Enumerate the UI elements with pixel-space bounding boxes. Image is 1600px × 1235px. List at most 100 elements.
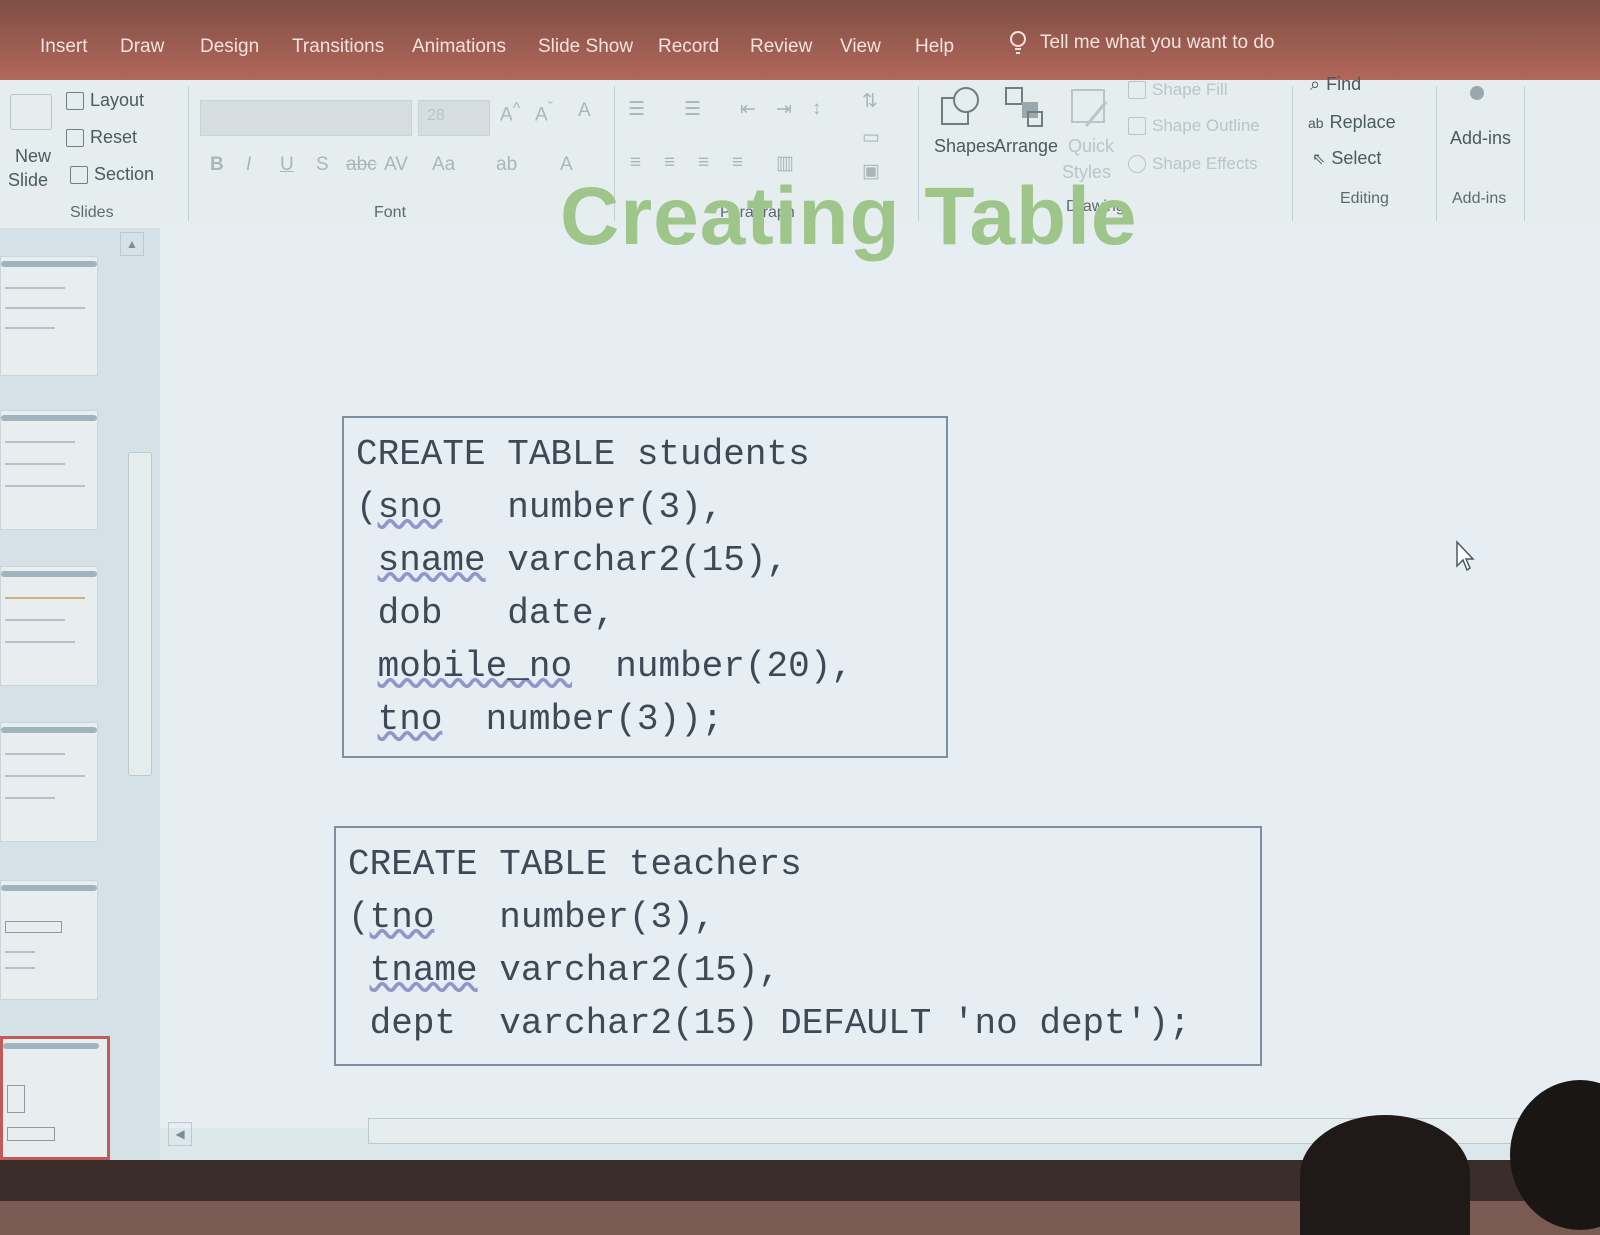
thumbnail-box	[5, 921, 62, 933]
ribbon-separator	[1292, 86, 1293, 221]
code-students: CREATE TABLE students (sno number(3), sn…	[356, 434, 853, 740]
layout-button[interactable]: Layout	[66, 90, 144, 111]
shape-outline-label: Shape Outline	[1152, 116, 1260, 135]
code-line: CREATE TABLE students	[356, 434, 810, 475]
shadow-icon[interactable]: S	[316, 154, 329, 176]
ribbon-separator	[188, 86, 189, 221]
code-identifier: sno	[377, 487, 443, 528]
reset-label: Reset	[90, 127, 138, 147]
italic-icon[interactable]: I	[246, 154, 251, 176]
line-spacing-icon[interactable]: ↕	[812, 98, 822, 120]
character-spacing-icon[interactable]: AV	[384, 154, 408, 176]
code-box-students[interactable]: CREATE TABLE students (sno number(3), sn…	[342, 416, 948, 758]
tab-animations[interactable]: Animations	[412, 36, 506, 58]
paint-bucket-icon	[1128, 81, 1146, 99]
bullets-icon[interactable]: ☰	[628, 98, 645, 121]
underline-icon[interactable]: U	[280, 154, 294, 176]
tab-insert[interactable]: Insert	[40, 36, 88, 58]
thumbnail-line	[5, 485, 85, 487]
shapes-button[interactable]: Shapes	[934, 136, 995, 157]
tell-me-search[interactable]: Tell me what you want to do	[1008, 30, 1274, 56]
replace-label: Replace	[1329, 112, 1396, 132]
slide-title[interactable]: Creating Table	[560, 170, 1137, 264]
tab-view[interactable]: View	[840, 36, 881, 58]
code-type: number(3),	[499, 897, 716, 938]
code-identifier: tname	[369, 950, 478, 991]
select-label: Select	[1331, 148, 1382, 168]
thumbnail-title-bar	[1, 727, 97, 733]
tell-me-text: Tell me what you want to do	[1040, 32, 1275, 53]
decrease-font-icon[interactable]: Aˇ	[535, 100, 553, 126]
shape-effects-button[interactable]: Shape Effects	[1128, 154, 1258, 174]
tab-design[interactable]: Design	[200, 36, 259, 58]
thumbnail-line	[5, 463, 65, 465]
thumbnail-line	[5, 441, 75, 443]
add-ins-button[interactable]: Add-ins	[1450, 128, 1511, 149]
slide-thumbnail[interactable]	[0, 566, 98, 686]
font-size-select[interactable]: 28	[418, 100, 490, 136]
new-slide-button[interactable]: New	[15, 146, 51, 167]
replace-button[interactable]: ab Replace	[1308, 112, 1396, 133]
reset-button[interactable]: Reset	[66, 127, 137, 148]
mouse-pointer-icon	[1456, 540, 1475, 572]
replace-icon: ab	[1308, 114, 1324, 131]
group-label-add-ins: Add-ins	[1452, 190, 1507, 207]
audience-head	[1300, 1115, 1470, 1235]
arrange-button[interactable]: Arrange	[994, 136, 1058, 157]
font-family-select[interactable]	[200, 100, 412, 136]
ribbon-separator	[1436, 86, 1437, 221]
code-identifier: dob	[377, 593, 443, 634]
bold-icon[interactable]: B	[210, 154, 224, 176]
slide-thumbnail[interactable]	[0, 880, 98, 1000]
thumbnail-line	[5, 619, 65, 621]
select-button[interactable]: ⇖ Select	[1312, 148, 1381, 169]
group-label-editing: Editing	[1340, 190, 1389, 207]
thumbnail-line	[5, 307, 85, 309]
shape-fill-label: Shape Fill	[1152, 80, 1228, 99]
section-button[interactable]: Section	[70, 164, 154, 185]
thumbnail-title-bar	[1, 885, 97, 891]
decrease-indent-icon[interactable]: ⇤	[740, 98, 756, 121]
shape-fill-button[interactable]: Shape Fill	[1128, 80, 1228, 100]
quick-styles-button[interactable]: Quick	[1068, 136, 1114, 157]
search-icon: ⌕	[1310, 74, 1321, 94]
slide-canvas[interactable]: Creating Table CREATE TABLE students (sn…	[160, 171, 1600, 1128]
thumbnail-box	[7, 1127, 55, 1141]
highlight-icon[interactable]: ab	[496, 154, 517, 176]
align-text-icon[interactable]: ▭	[862, 126, 880, 149]
tab-review[interactable]: Review	[750, 36, 812, 58]
thumbnail-line	[5, 641, 75, 643]
ribbon-tab-bar: Insert Draw Design Transitions Animation…	[0, 0, 1600, 80]
code-box-teachers[interactable]: CREATE TABLE teachers (tno number(3), tn…	[334, 826, 1262, 1066]
change-case-icon[interactable]: Aa	[432, 154, 455, 176]
tab-record[interactable]: Record	[658, 36, 719, 58]
find-button[interactable]: ⌕ Find	[1310, 74, 1361, 95]
tab-draw[interactable]: Draw	[120, 36, 164, 58]
scroll-up-button[interactable]: ▲	[120, 232, 144, 256]
slide-thumbnail[interactable]	[0, 256, 98, 376]
new-slide-dropdown[interactable]: Slide	[8, 170, 48, 191]
slide-thumbnail[interactable]	[0, 410, 98, 530]
add-ins-icon	[1470, 86, 1484, 100]
shape-outline-button[interactable]: Shape Outline	[1128, 116, 1260, 136]
group-label-slides: Slides	[70, 204, 114, 221]
strikethrough-icon[interactable]: abc	[346, 154, 377, 176]
slide-thumbnail-selected[interactable]	[0, 1036, 110, 1160]
clear-formatting-icon[interactable]: A	[578, 100, 591, 122]
ribbon-separator	[1524, 86, 1525, 221]
section-label: Section	[94, 164, 155, 184]
thumbnail-scrollbar[interactable]	[128, 452, 152, 776]
text-direction-icon[interactable]: ⇅	[862, 90, 878, 113]
increase-indent-icon[interactable]: ⇥	[776, 98, 792, 121]
numbering-icon[interactable]: ☰	[684, 98, 701, 121]
thumbnail-line	[5, 327, 55, 329]
thumbnail-title-bar	[1, 571, 97, 577]
tab-slide-show[interactable]: Slide Show	[538, 36, 633, 58]
scroll-left-button[interactable]: ◀	[168, 1122, 192, 1146]
increase-font-icon[interactable]: A^	[500, 100, 520, 126]
slide-thumbnail[interactable]	[0, 722, 98, 842]
tab-transitions[interactable]: Transitions	[292, 36, 384, 58]
thumbnail-line	[5, 797, 55, 799]
tab-help[interactable]: Help	[915, 36, 954, 58]
thumbnail-line	[5, 597, 85, 599]
